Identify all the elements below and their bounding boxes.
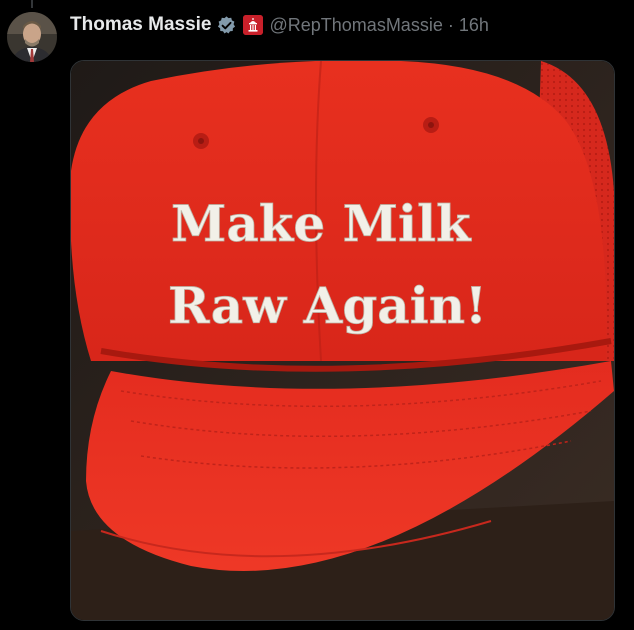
avatar-image: [7, 12, 57, 62]
verified-badge-icon[interactable]: [216, 15, 237, 36]
hat-text-line2: Raw Again!: [168, 276, 487, 335]
tweet-media-image[interactable]: Make Milk Raw Again!: [70, 60, 615, 621]
thread-connector-line: [31, 0, 33, 8]
separator-dot: ·: [447, 14, 454, 35]
author-name[interactable]: Thomas Massie: [70, 14, 212, 36]
author-avatar[interactable]: [7, 12, 57, 62]
us-house-affiliation-icon[interactable]: [242, 15, 263, 35]
hat-text-line1: Make Milk: [171, 194, 472, 253]
tweet-header: Thomas Massie @RepThomasMassie · 16h: [70, 12, 489, 38]
red-cap-photo: Make Milk Raw Again!: [71, 61, 614, 620]
timestamp[interactable]: 16h: [459, 15, 489, 36]
author-handle[interactable]: @RepThomasMassie: [270, 15, 443, 36]
